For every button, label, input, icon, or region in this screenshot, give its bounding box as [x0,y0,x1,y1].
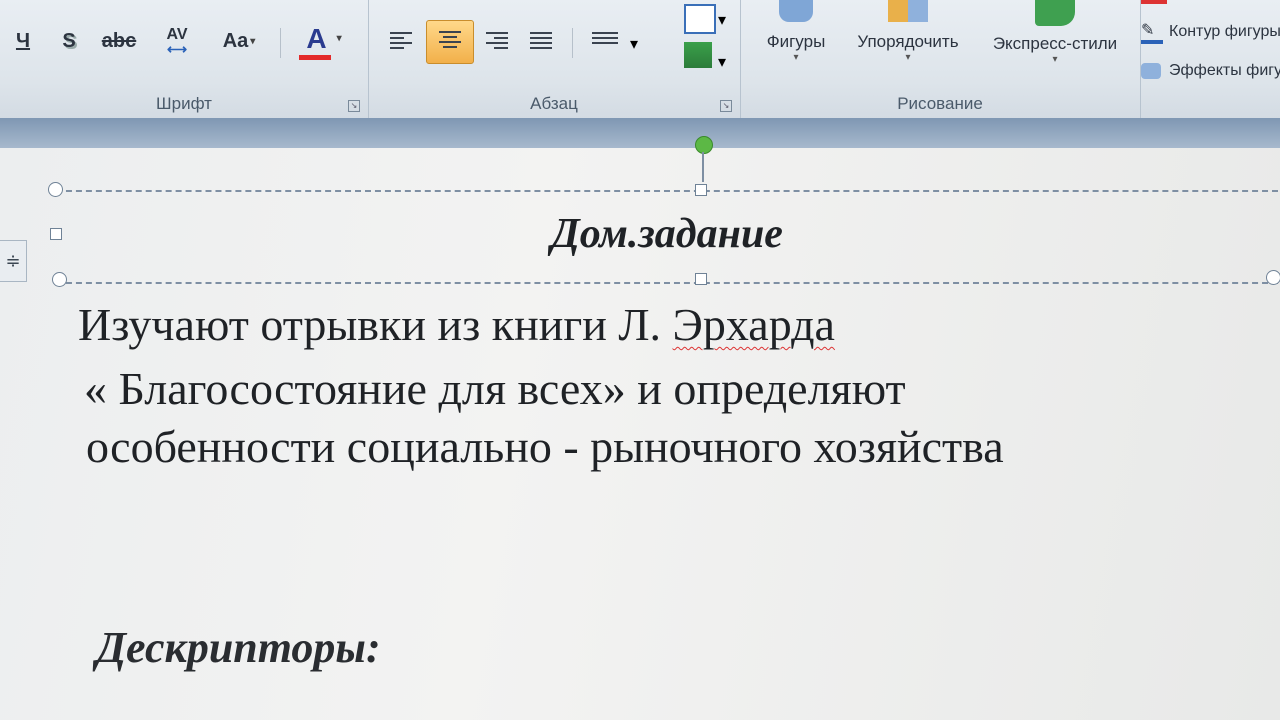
character-spacing-button[interactable]: AV ⟷ [150,20,204,60]
ribbon: Ч S abc AV ⟷ Aa ▾ A ▾ Шрифт ↘ ▾ ▾ ▾ Абза… [0,0,1280,119]
paragraph-group-label: Абзац [530,94,578,113]
divider [572,28,573,58]
effects-icon [1141,63,1161,79]
justify-button[interactable] [524,22,558,62]
underline-button[interactable]: Ч [8,26,38,56]
shape-effects-button[interactable]: Эффекты фигуры [1141,62,1280,80]
chevron-down-icon: ▾ [629,36,638,53]
strikethrough-label: abc [101,29,137,52]
shape-outline-button[interactable]: ✎ Контур фигуры [1141,20,1280,44]
font-group-label: Шрифт [156,94,212,113]
font-color-label: A [306,22,327,54]
resize-handle-bottom-left[interactable] [52,272,67,287]
font-group: Ч S abc AV ⟷ Aa ▾ A ▾ Шрифт ↘ [0,0,369,118]
rotate-handle[interactable] [695,136,713,154]
resize-handle-top-left[interactable] [48,182,63,197]
body-line-text: Изучают отрывки из книги Л. [78,299,673,350]
shapes-button[interactable]: Фигуры ▾ [754,0,838,63]
misspelled-word: Эрхарда [672,299,835,350]
chevron-down-icon: ▾ [1052,54,1058,65]
columns-icon [592,32,618,47]
text-direction-icon[interactable] [684,4,716,34]
align-right-icon [486,32,508,52]
arrange-label: Упорядочить [857,32,959,51]
slide-body-text[interactable]: Изучают отрывки из книги Л. Эрхарда « Бл… [78,296,1258,476]
editor-background-band [0,118,1280,148]
align-right-button[interactable] [480,22,514,62]
columns-button[interactable]: ▾ [586,22,640,62]
pencil-icon: ✎ [1141,20,1163,44]
drawing-group: Фигуры ▾ Упорядочить ▾ Экспресс-стили ▾ … [740,0,1140,118]
slide-pane-toggle-icon[interactable]: ≑ [0,240,27,282]
shape-outline-label: Контур фигуры [1169,23,1280,40]
chevron-down-icon: ▾ [905,52,911,63]
quick-styles-icon [1035,0,1075,26]
align-left-icon [390,32,412,52]
justify-icon [530,32,552,52]
align-left-button[interactable] [384,22,418,62]
shape-effects-label: Эффекты фигуры [1169,62,1280,79]
resize-handle-bottom[interactable] [695,273,707,285]
body-line: Изучают отрывки из книги Л. Эрхарда [78,296,1258,354]
dialog-launcher-icon[interactable]: ↘ [348,100,360,112]
shapes-icon [779,0,813,22]
drawing-group-label: Рисование [897,94,983,113]
body-line: « Благосостояние для всех» и определяют [84,363,906,414]
align-center-button[interactable] [426,20,474,64]
chevron-down-icon: ▾ [336,33,342,44]
resize-handle-top[interactable] [695,184,707,196]
font-color-bar [299,54,331,60]
shadow-button[interactable]: S [54,26,84,56]
body-line: особенности социально - рыночного хозяйс… [86,421,1004,472]
strikethrough-button[interactable]: abc [98,26,140,56]
divider [280,28,281,58]
change-case-label: Aa [222,29,249,52]
slide-title[interactable]: Дом.задание [56,210,1278,258]
resize-handle-bottom-right[interactable] [1266,270,1280,285]
chevron-down-icon: ▾ [718,54,727,71]
paragraph-group: ▾ ▾ ▾ Абзац ↘ [368,0,741,118]
font-color-button[interactable]: A ▾ [294,20,354,62]
quick-styles-label: Экспресс-стили [992,34,1118,53]
chevron-down-icon: ▾ [718,12,727,29]
arrange-icon [888,0,928,22]
shadow-label: S [62,29,76,52]
rotate-handle-stem [702,152,704,182]
chevron-down-icon: ▾ [250,35,256,47]
shape-format-group: ✎ Контур фигуры Эффекты фигуры [1140,0,1280,118]
shapes-label: Фигуры [766,32,826,51]
change-case-button[interactable]: Aa ▾ [214,26,264,56]
fill-color-bar [1141,0,1167,4]
quick-styles-button[interactable]: Экспресс-стили ▾ [980,0,1130,65]
dialog-launcher-icon[interactable]: ↘ [720,100,732,112]
underline-label: Ч [15,29,31,52]
arrange-button[interactable]: Упорядочить ▾ [840,0,976,63]
descriptors-heading[interactable]: Дескрипторы: [96,622,381,673]
chevron-down-icon: ▾ [793,52,799,63]
spacing-arrows-icon: ⟷ [166,41,188,57]
align-center-icon [439,31,461,51]
smartart-convert-icon[interactable] [684,42,712,68]
